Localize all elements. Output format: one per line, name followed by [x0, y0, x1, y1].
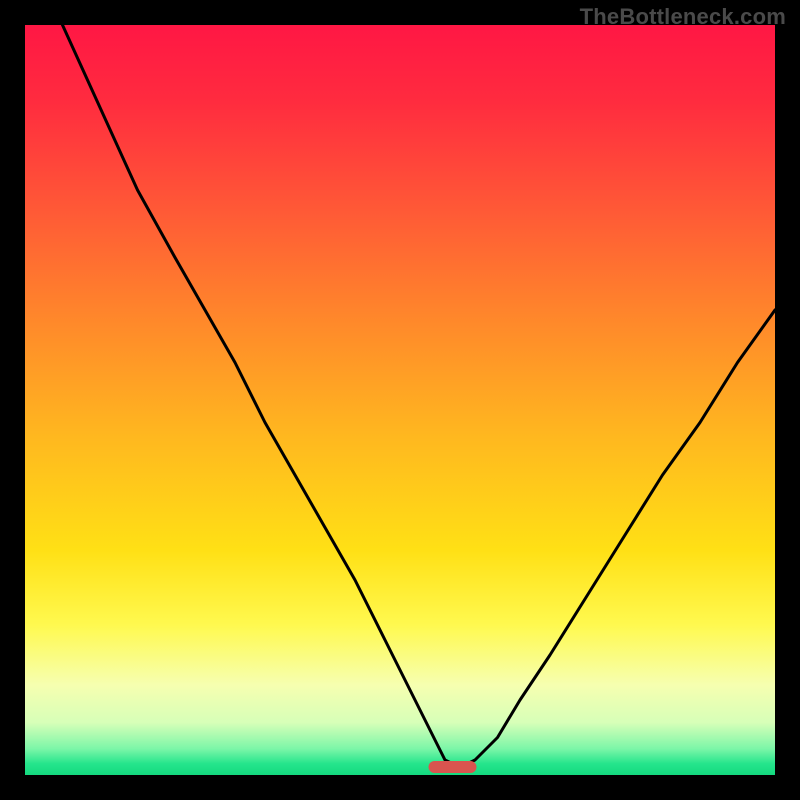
watermark-text: TheBottleneck.com — [580, 4, 786, 30]
chart-frame: TheBottleneck.com — [0, 0, 800, 800]
bottleneck-chart — [25, 25, 775, 775]
gradient-background — [25, 25, 775, 775]
optimal-marker — [429, 761, 477, 773]
